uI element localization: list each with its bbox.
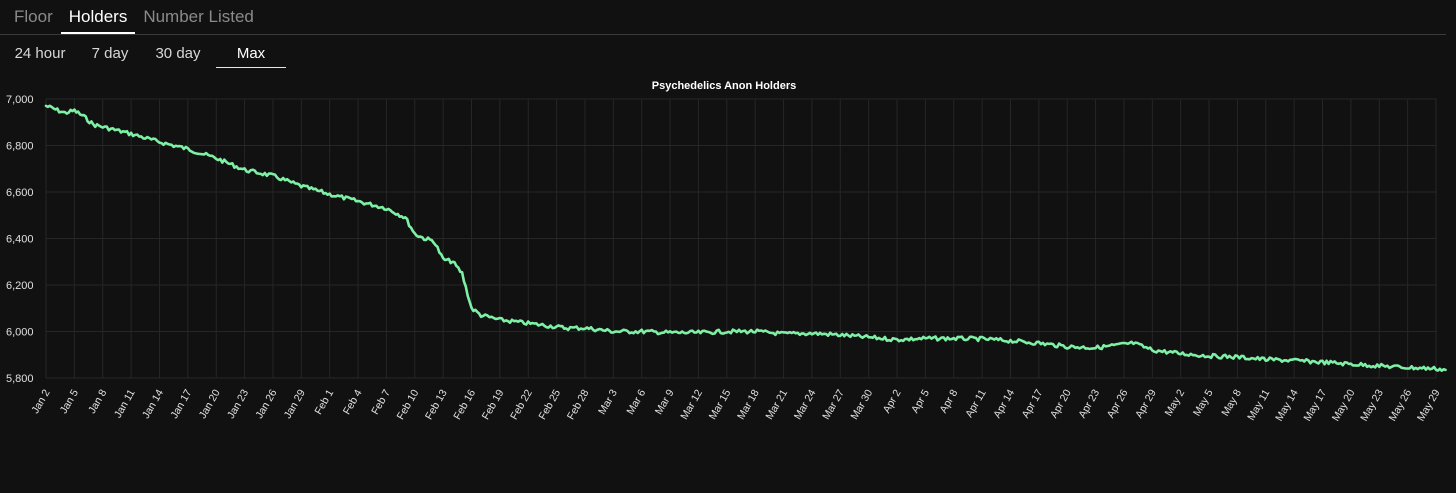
x-tick-label: Jan 20 [197, 387, 223, 420]
range-7-day-button[interactable]: 7 day [80, 40, 140, 68]
holders-chart: Psychedelics Anon Holders 5,800 6,000 6,20… [0, 72, 1456, 488]
x-tick-label: May 2 [1163, 387, 1188, 418]
x-tick-label: May 20 [1330, 387, 1358, 423]
x-tick-label: Jan 5 [58, 387, 81, 415]
x-tick-label: May 8 [1219, 387, 1244, 418]
x-tick-label: Mar 6 [624, 387, 648, 416]
metric-tab-bar: Floor Holders Number Listed [0, 0, 1446, 35]
x-tick-label: Mar 21 [763, 387, 790, 421]
x-tick-label: Jan 29 [282, 387, 308, 420]
x-tick-label: Feb 16 [451, 387, 478, 421]
x-tick-label: Apr 5 [909, 387, 932, 415]
x-tick-label: May 29 [1415, 387, 1443, 423]
x-axis: Jan 2 Jan 5 Jan 8 Jan 11 Jan 14 Jan 17 Jan 20 J… [29, 387, 1442, 423]
x-tick-label: Mar 15 [707, 387, 734, 421]
x-tick-label: Jan 26 [253, 387, 279, 420]
y-tick-label: 6,400 [6, 234, 34, 246]
x-tick-label: Jan 11 [112, 387, 138, 420]
tab-number-listed[interactable]: Number Listed [135, 0, 262, 34]
x-tick-label: Apr 17 [1020, 387, 1046, 420]
x-tick-label: Mar 3 [596, 387, 620, 416]
x-tick-label: Mar 9 [653, 387, 677, 416]
x-tick-label: Apr 14 [991, 387, 1017, 420]
x-tick-label: May 11 [1245, 387, 1272, 422]
x-tick-label: May 26 [1387, 387, 1415, 423]
y-axis: 5,800 6,000 6,200 6,400 6,600 6,800 7,000 [6, 94, 34, 385]
y-tick-label: 6,000 [6, 327, 34, 339]
x-tick-label: Apr 2 [881, 387, 904, 415]
x-tick-label: Feb 13 [423, 387, 450, 421]
range-max-button[interactable]: Max [216, 40, 286, 68]
x-tick-label: Feb 10 [395, 387, 422, 421]
x-tick-label: Mar 12 [678, 387, 705, 421]
range-24-hour-button[interactable]: 24 hour [0, 40, 80, 68]
x-tick-label: Apr 29 [1133, 387, 1159, 420]
x-tick-label: Feb 22 [508, 387, 535, 421]
x-tick-label: May 17 [1302, 387, 1330, 423]
y-tick-label: 6,200 [6, 280, 34, 292]
x-tick-label: Apr 11 [963, 387, 989, 419]
x-tick-label: Feb 25 [536, 387, 563, 421]
time-range-selector: 24 hour 7 day 30 day Max [0, 40, 286, 68]
x-tick-label: May 23 [1358, 387, 1386, 423]
x-tick-label: Jan 14 [140, 387, 166, 420]
x-tick-label: Feb 4 [341, 387, 365, 416]
chart-svg: Psychedelics Anon Holders 5,800 6,000 6,20… [6, 80, 1447, 423]
x-tick-label: Mar 27 [820, 387, 847, 421]
y-tick-label: 6,800 [6, 141, 34, 153]
x-tick-label: May 5 [1191, 387, 1216, 418]
x-tick-label: Mar 30 [849, 387, 876, 421]
x-tick-label: Jan 17 [168, 387, 194, 420]
y-tick-label: 5,800 [6, 373, 34, 385]
x-tick-label: Feb 1 [312, 387, 336, 416]
x-tick-label: Feb 19 [480, 387, 507, 421]
tab-floor[interactable]: Floor [0, 0, 61, 34]
x-tick-label: May 14 [1273, 387, 1301, 423]
x-tick-label: Jan 8 [86, 387, 109, 415]
x-tick-label: Feb 28 [565, 387, 592, 421]
chart-title: Psychedelics Anon Holders [652, 80, 796, 92]
x-tick-label: Apr 20 [1048, 387, 1074, 420]
range-30-day-button[interactable]: 30 day [140, 40, 216, 68]
x-tick-label: Mar 24 [792, 387, 819, 421]
grid-lines [45, 98, 1437, 379]
y-tick-label: 7,000 [6, 94, 34, 106]
x-tick-label: Apr 26 [1105, 387, 1131, 420]
x-tick-label: Mar 18 [735, 387, 762, 421]
x-tick-label: Apr 23 [1076, 387, 1102, 420]
x-tick-label: Jan 23 [225, 387, 251, 420]
tab-holders[interactable]: Holders [60, 0, 136, 34]
x-tick-label: Feb 7 [369, 387, 393, 416]
x-tick-label: Jan 2 [29, 387, 52, 415]
y-tick-label: 6,600 [6, 187, 34, 199]
x-tick-label: Apr 8 [937, 387, 960, 415]
